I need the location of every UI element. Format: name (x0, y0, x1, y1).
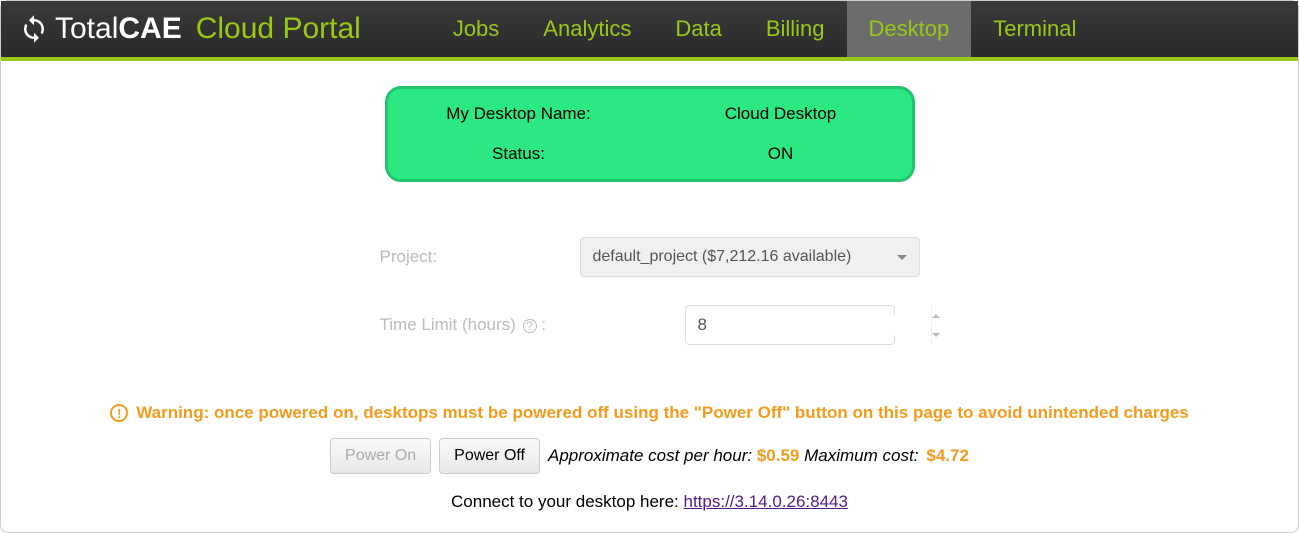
nav-analytics[interactable]: Analytics (521, 1, 653, 57)
help-icon[interactable]: ? (523, 319, 537, 333)
navbar: TotalCAE Cloud Portal Jobs Analytics Dat… (1, 1, 1298, 61)
spinner-up[interactable] (932, 306, 940, 325)
nav-items: Jobs Analytics Data Billing Desktop Term… (431, 1, 1099, 57)
time-limit-input[interactable] (686, 315, 931, 335)
connect-label: Connect to your desktop here: (451, 492, 683, 511)
spinner-down[interactable] (932, 325, 940, 344)
approx-cost-label: Approximate cost per hour: $0.59 Maximum… (548, 446, 918, 466)
nav-jobs[interactable]: Jobs (431, 1, 521, 57)
nav-data[interactable]: Data (653, 1, 743, 57)
project-dropdown[interactable]: default_project ($7,212.16 available) (580, 237, 920, 277)
approx-cost-value: $0.59 (757, 446, 800, 465)
power-on-button[interactable]: Power On (330, 438, 431, 474)
desktop-status-label: Status: (388, 144, 650, 164)
power-controls: Power On Power Off Approximate cost per … (330, 438, 969, 474)
desktop-status-box: My Desktop Name: Cloud Desktop Status: O… (385, 86, 915, 182)
connect-link[interactable]: https://3.14.0.26:8443 (684, 492, 848, 511)
chevron-down-icon (897, 255, 907, 260)
form-area: Project: default_project ($7,212.16 avai… (380, 237, 920, 373)
desktop-name-label: My Desktop Name: (388, 104, 650, 124)
time-limit-input-wrap (685, 305, 895, 345)
content: My Desktop Name: Cloud Desktop Status: O… (1, 61, 1298, 512)
warning-message: ! Warning: once powered on, desktops mus… (110, 403, 1189, 423)
desktop-status-value: ON (650, 144, 912, 164)
max-cost-value: $4.72 (926, 446, 969, 466)
time-limit-label: Time Limit (hours) ? : (380, 315, 580, 335)
desktop-name-value: Cloud Desktop (650, 104, 912, 124)
logo-subtitle: Cloud Portal (196, 12, 361, 46)
logo-text: TotalCAE (55, 12, 182, 46)
project-dropdown-value: default_project ($7,212.16 available) (593, 248, 852, 266)
warning-text: Warning: once powered on, desktops must … (136, 403, 1189, 423)
warning-icon: ! (110, 404, 128, 422)
connect-row: Connect to your desktop here: https://3.… (451, 492, 848, 512)
power-off-button[interactable]: Power Off (439, 438, 540, 474)
refresh-icon (19, 14, 49, 44)
nav-billing[interactable]: Billing (744, 1, 847, 57)
time-limit-spinner (931, 306, 940, 344)
project-label: Project: (380, 247, 580, 267)
nav-desktop[interactable]: Desktop (847, 1, 972, 57)
logo[interactable]: TotalCAE Cloud Portal (19, 12, 361, 46)
nav-terminal[interactable]: Terminal (971, 1, 1098, 57)
